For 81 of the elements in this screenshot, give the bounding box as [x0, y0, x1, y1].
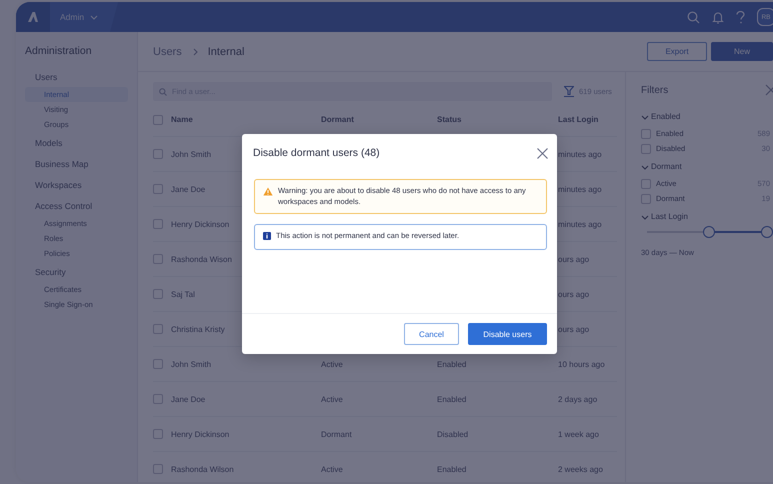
table-cell: minutes ago	[558, 150, 602, 158]
close-icon[interactable]	[537, 148, 548, 158]
checkbox[interactable]	[641, 178, 651, 188]
filter-group-header[interactable]: Last Login	[641, 212, 688, 221]
table-cell: minutes ago	[558, 184, 602, 194]
chevron-icon	[641, 162, 649, 170]
breadcrumb-item: Internal	[208, 46, 244, 58]
table-cell: Henry Dickinson	[171, 430, 230, 438]
warning-icon	[263, 187, 273, 196]
table-cell: Enabled	[437, 464, 466, 474]
sidebar-title: Administration	[25, 45, 93, 57]
table-cell: John Smith	[171, 150, 212, 158]
disable-users-button[interactable]: Disable users	[468, 323, 547, 345]
checkbox[interactable]	[153, 429, 163, 439]
table-cell: minutes ago	[558, 220, 602, 228]
sidebar-item[interactable]: Workspaces	[25, 175, 128, 195]
table-cell: Saj Tal	[171, 290, 195, 298]
checkbox[interactable]	[153, 219, 163, 229]
checkbox[interactable]	[153, 464, 163, 474]
checkbox[interactable]	[153, 359, 163, 369]
checkbox[interactable]	[153, 394, 163, 404]
chevron-icon	[641, 112, 649, 120]
table-cell: Jane Doe	[171, 394, 206, 404]
table-cell: ours ago	[558, 324, 590, 334]
slider-thumb[interactable]	[761, 226, 773, 238]
chevron-icon	[641, 212, 649, 220]
table-cell: Enabled	[437, 394, 466, 404]
table-cell: ours ago	[558, 254, 590, 264]
table-cell: Dormant	[321, 430, 352, 438]
table-cell: Disabled	[437, 430, 468, 438]
export-button[interactable]: Export	[647, 42, 707, 61]
table-cell: Active	[321, 360, 343, 368]
slider-thumb[interactable]	[703, 226, 716, 238]
table-cell: Rashonda Wison	[171, 254, 232, 264]
breadcrumb-chevron-icon	[190, 48, 199, 56]
sidebar-item[interactable]: Users	[25, 67, 128, 87]
chevron-down-icon	[90, 13, 98, 21]
table-cell: 2 weeks ago	[558, 464, 603, 474]
sidebar-item[interactable]: Security	[25, 262, 128, 282]
sidebar-item[interactable]: Access Control	[25, 196, 128, 216]
checkbox[interactable]	[153, 289, 163, 299]
sidebar-item[interactable]: Business Map	[25, 154, 128, 174]
filter-group-header[interactable]: Enabled	[641, 112, 680, 121]
search-icon[interactable]	[687, 10, 700, 24]
help-icon[interactable]	[736, 10, 745, 24]
table-cell: ours ago	[558, 290, 590, 298]
column-header: Status	[437, 115, 462, 124]
sidebar-item[interactable]: Models	[25, 133, 128, 153]
filter-group-header[interactable]: Dormant	[641, 162, 682, 171]
table-cell: 2 days ago	[558, 394, 598, 404]
checkbox[interactable]	[641, 128, 651, 138]
table-cell: Enabled	[437, 360, 466, 368]
bell-icon[interactable]	[712, 10, 724, 24]
checkbox[interactable]	[641, 194, 651, 204]
checkbox[interactable]	[153, 254, 163, 264]
table-cell: Jane Doe	[171, 184, 206, 194]
table-cell: Christina Kristy	[171, 324, 225, 334]
table-cell: John Smith	[171, 360, 212, 368]
dialog-title: Disable dormant users (48)	[253, 147, 380, 159]
info-icon	[263, 232, 271, 240]
table-cell: 1 week ago	[558, 430, 599, 438]
table-cell: Active	[321, 394, 343, 404]
cancel-button[interactable]: Cancel	[404, 323, 459, 345]
table-cell: Active	[321, 464, 343, 474]
filter-icon[interactable]	[564, 86, 574, 97]
search-icon	[159, 88, 167, 96]
filters-title: Filters	[641, 84, 668, 96]
checkbox[interactable]	[153, 149, 163, 159]
checkbox[interactable]	[641, 144, 651, 154]
checkbox[interactable]	[153, 114, 163, 124]
table-cell: 10 hours ago	[558, 360, 605, 368]
column-header: Last Login	[558, 115, 598, 124]
breadcrumb-item[interactable]: Users	[153, 46, 182, 58]
table-cell: Rashonda Wilson	[171, 464, 234, 474]
table-cell: Henry Dickinson	[171, 220, 230, 228]
column-header: Name	[171, 115, 193, 124]
checkbox[interactable]	[153, 184, 163, 194]
column-header: Dormant	[321, 115, 354, 124]
logo-icon	[27, 11, 39, 23]
new-button[interactable]: New	[711, 42, 773, 61]
checkbox[interactable]	[153, 324, 163, 334]
